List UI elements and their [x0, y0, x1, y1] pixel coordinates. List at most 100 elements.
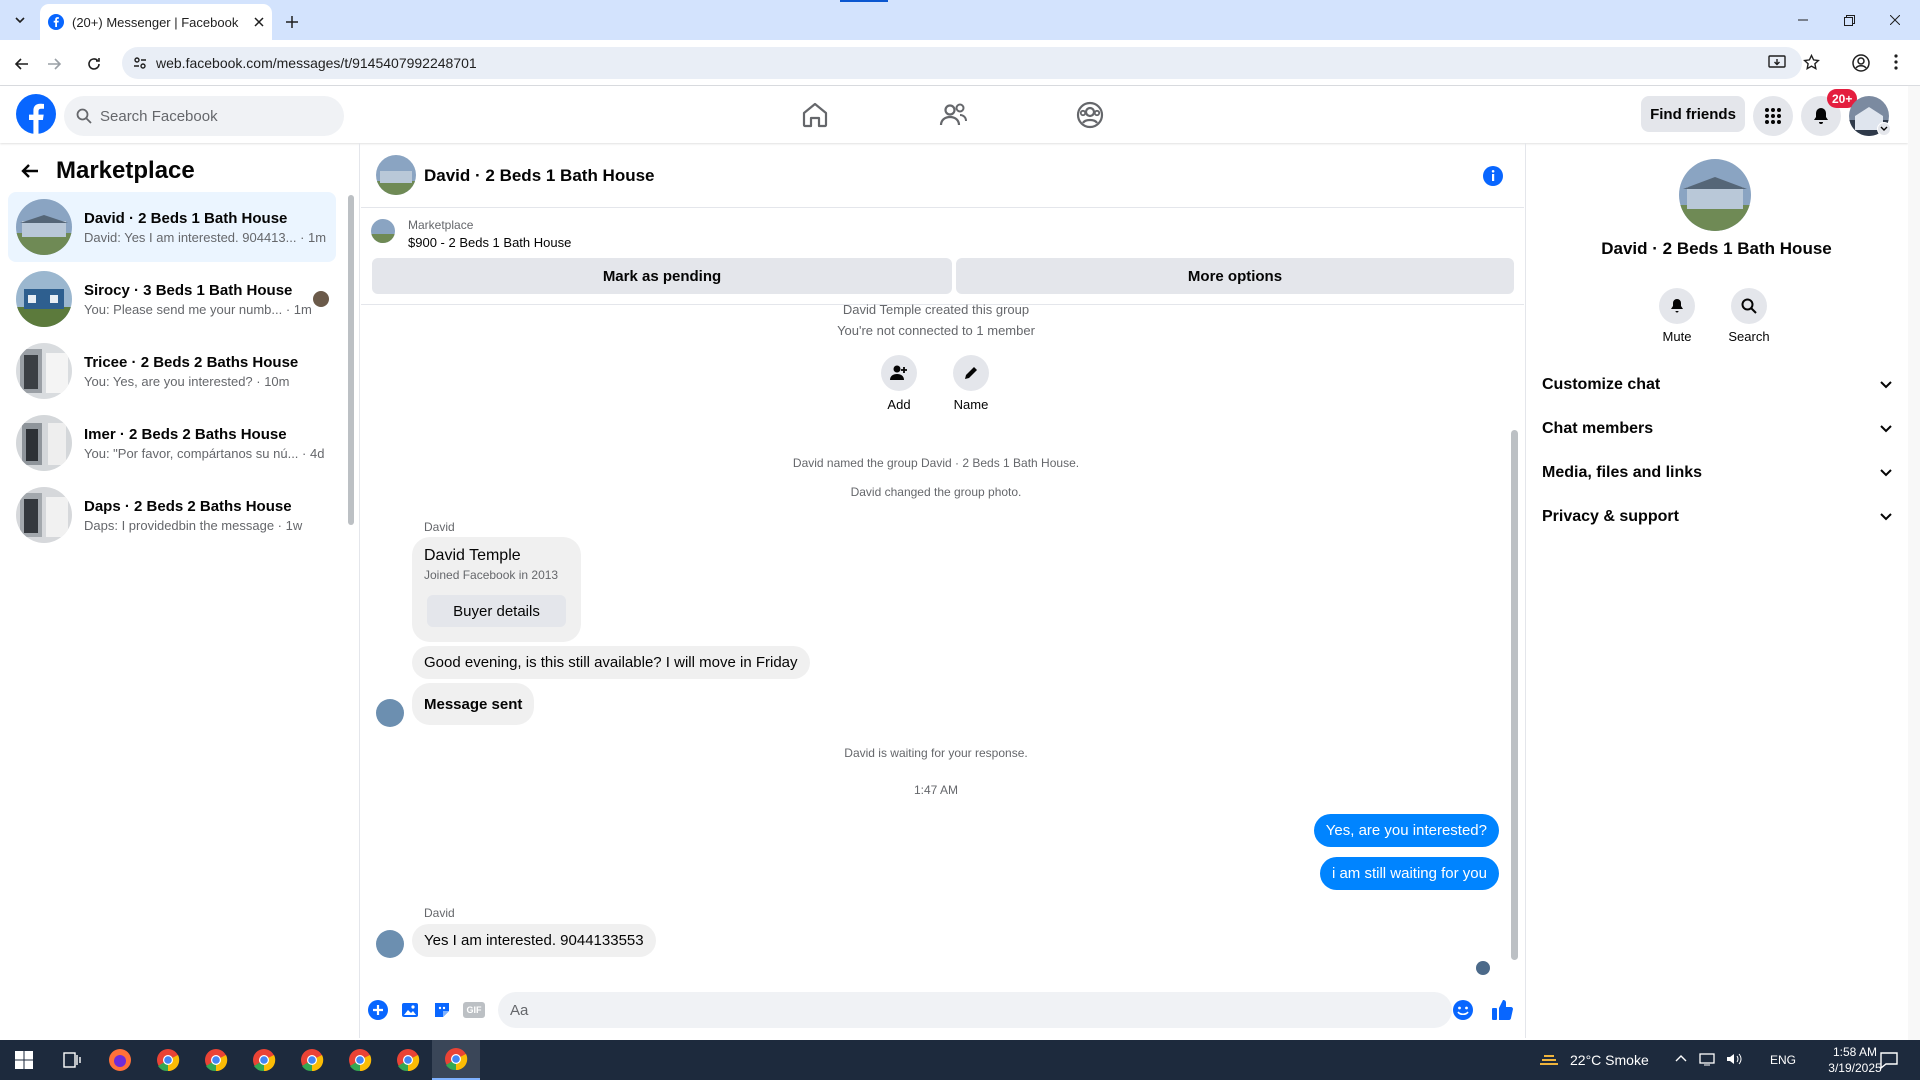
weather-icon[interactable]	[1538, 1050, 1560, 1070]
home-icon[interactable]	[800, 100, 830, 130]
plus-actions-icon[interactable]	[368, 1000, 388, 1020]
network-icon[interactable]	[1699, 1052, 1715, 1066]
friends-icon[interactable]	[938, 100, 968, 130]
action-center-icon[interactable]	[1880, 1051, 1898, 1069]
gif-icon[interactable]: GIF	[463, 1002, 485, 1018]
chat-thumbnail	[16, 343, 72, 399]
chrome-active-icon[interactable]	[432, 1040, 480, 1080]
mark-as-pending-button[interactable]: Mark as pending	[372, 258, 952, 294]
find-friends-button[interactable]: Find friends	[1641, 96, 1745, 132]
name-label: Name	[953, 397, 989, 412]
chat-list-scrollbar[interactable]	[348, 195, 354, 525]
thumbs-up-icon[interactable]	[1490, 998, 1514, 1022]
facebook-logo-icon[interactable]	[16, 94, 56, 134]
install-app-icon[interactable]	[1768, 55, 1786, 71]
chrome-icon[interactable]	[384, 1040, 432, 1080]
info-icon[interactable]	[1482, 165, 1504, 187]
chat-thumbnail	[16, 199, 72, 255]
conversation-title[interactable]: David · 2 Beds 1 Bath House	[424, 166, 655, 186]
details-avatar[interactable]	[1679, 159, 1751, 231]
new-tab-icon[interactable]	[280, 10, 304, 34]
message-bubble[interactable]: Message sent	[412, 683, 535, 725]
chat-preview: You: "Por favor, compártanos su nú... · …	[84, 445, 325, 461]
chat-thumbnail	[16, 487, 72, 543]
mute-bell-icon[interactable]	[1659, 288, 1695, 324]
close-tab-icon[interactable]	[254, 17, 264, 27]
chrome-icon[interactable]	[240, 1040, 288, 1080]
chat-item[interactable]: Imer · 2 Beds 2 Baths House You: "Por fav…	[8, 408, 336, 478]
conversation-avatar[interactable]	[376, 155, 416, 195]
chrome-icon[interactable]	[288, 1040, 336, 1080]
back-arrow-icon[interactable]	[20, 161, 40, 181]
group-created-text: David Temple created this group	[842, 302, 1030, 317]
facebook-search-input[interactable]: Search Facebook	[64, 96, 344, 136]
close-window-icon[interactable]	[1872, 0, 1918, 40]
language-indicator[interactable]: ENG	[1770, 1053, 1796, 1067]
photo-icon[interactable]	[400, 1000, 420, 1020]
sender-avatar[interactable]	[376, 930, 404, 958]
sticker-icon[interactable]	[432, 1000, 452, 1020]
chat-details-pane	[1525, 143, 1908, 1038]
message-bubble[interactable]: Good evening, is this still available? I…	[412, 646, 810, 679]
browser-menu-icon[interactable]	[1894, 54, 1898, 70]
site-info-icon[interactable]	[132, 55, 148, 71]
message-bubble[interactable]: Yes I am interested. 9044133553	[412, 924, 656, 957]
chrome-icon[interactable]	[192, 1040, 240, 1080]
edit-name-icon[interactable]	[953, 355, 989, 391]
windows-start-icon[interactable]	[0, 1040, 48, 1080]
emoji-icon[interactable]	[1452, 999, 1474, 1021]
chrome-icon[interactable]	[336, 1040, 384, 1080]
listing-thumbnail[interactable]	[371, 219, 395, 243]
search-in-chat-icon[interactable]	[1731, 288, 1767, 324]
page-scrollbar[interactable]	[1908, 86, 1920, 1040]
tab-search-icon[interactable]	[8, 8, 32, 32]
buyer-details-button[interactable]: Buyer details	[427, 595, 566, 627]
tab-indicator	[840, 0, 888, 2]
my-message-bubble[interactable]: Yes, are you interested?	[1313, 814, 1499, 847]
chrome-icon[interactable]	[144, 1040, 192, 1080]
groups-icon[interactable]	[1075, 100, 1105, 130]
seen-avatar	[1476, 961, 1490, 975]
chevron-up-icon[interactable]	[1675, 1054, 1687, 1062]
chat-name: Tricee · 2 Beds 2 Baths House	[84, 353, 299, 371]
section-label: Chat members	[1542, 420, 1654, 437]
my-message-bubble[interactable]: i am still waiting for you	[1319, 857, 1499, 890]
chat-item[interactable]: Tricee · 2 Beds 2 Baths House You: Yes, a…	[8, 336, 336, 406]
chat-members-section[interactable]: Chat members	[1542, 409, 1892, 449]
tab-title: (20+) Messenger | Facebook	[72, 14, 239, 30]
add-person-icon[interactable]	[881, 355, 917, 391]
profile-icon[interactable]	[1852, 54, 1870, 72]
media-files-links-section[interactable]: Media, files and links	[1542, 453, 1892, 493]
firefox-icon[interactable]	[96, 1040, 144, 1080]
more-options-button[interactable]: More options	[956, 258, 1514, 294]
privacy-support-section[interactable]: Privacy & support	[1542, 497, 1892, 537]
timestamp: 1:47 AM	[913, 783, 959, 797]
chat-item[interactable]: David · 2 Beds 1 Bath House David: Yes I …	[8, 192, 336, 262]
chat-item[interactable]: Sirocy · 3 Beds 1 Bath House You: Please …	[8, 264, 336, 334]
message-input[interactable]: Aa	[498, 992, 1452, 1028]
address-bar[interactable]: web.facebook.com/messages/t/914540799224…	[122, 47, 1802, 79]
sender-avatar[interactable]	[376, 699, 404, 727]
chat-preview: You: Yes, are you interested? · 10m	[84, 373, 290, 389]
account-chevron-icon[interactable]	[1877, 122, 1891, 136]
restore-icon[interactable]	[1826, 0, 1872, 40]
chevron-down-icon	[1880, 469, 1892, 477]
forward-icon[interactable]	[40, 50, 68, 78]
menu-grid-icon[interactable]	[1753, 96, 1793, 136]
browser-tab[interactable]: (20+) Messenger | Facebook	[40, 4, 272, 40]
reload-icon[interactable]	[80, 50, 108, 78]
listing-label: Marketplace	[408, 218, 474, 232]
volume-icon[interactable]	[1726, 1052, 1742, 1066]
chat-thumbnail	[16, 271, 72, 327]
chevron-down-icon	[1880, 425, 1892, 433]
task-view-icon[interactable]	[48, 1040, 96, 1080]
conversation-scrollbar[interactable]	[1511, 430, 1518, 960]
back-icon[interactable]	[8, 50, 36, 78]
minimize-icon[interactable]	[1780, 0, 1826, 40]
search-label: Search	[1728, 329, 1770, 344]
chat-item[interactable]: Daps · 2 Beds 2 Baths House Daps: I provi…	[8, 480, 336, 550]
listing-price[interactable]: $900 - 2 Beds 1 Bath House	[408, 235, 571, 250]
customize-chat-section[interactable]: Customize chat	[1542, 365, 1892, 405]
bookmark-star-icon[interactable]	[1803, 54, 1820, 71]
weather-text[interactable]: 22°C Smoke	[1570, 1052, 1649, 1068]
